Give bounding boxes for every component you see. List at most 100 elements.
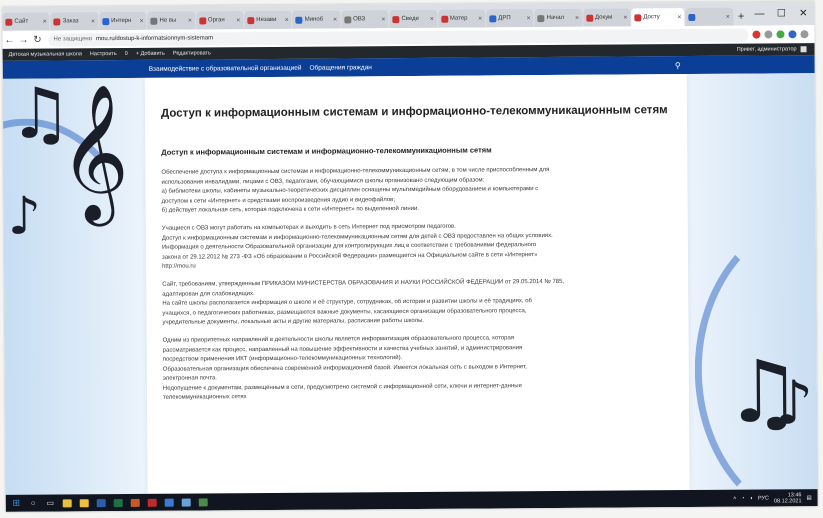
site-favicon xyxy=(53,17,61,25)
site-favicon xyxy=(634,13,642,21)
address-bar[interactable]: Не защищено mou.ru/dostup-k-informatsion… xyxy=(48,28,749,47)
photos-icon[interactable] xyxy=(180,497,193,508)
app-tile xyxy=(130,498,140,507)
app-tile xyxy=(96,498,106,507)
tab-label: Досту xyxy=(643,14,660,21)
site-favicon xyxy=(150,17,158,25)
extension-icon[interactable] xyxy=(752,30,761,39)
tab-label: Незави xyxy=(256,16,277,24)
security-label: Не защищено xyxy=(53,36,93,43)
notifications-icon[interactable]: ▤ xyxy=(806,495,811,501)
browser-tab[interactable]: Заказ × xyxy=(50,12,99,31)
paragraph: Одним из приоритетных направлений в деят… xyxy=(163,333,673,404)
browser-tab[interactable]: Начал × xyxy=(534,8,583,28)
browser-tab[interactable]: Орган × xyxy=(195,11,244,30)
browser-tab[interactable]: Незави × xyxy=(244,10,292,30)
back-icon[interactable]: ← xyxy=(2,34,16,45)
profile-icon[interactable] xyxy=(788,30,797,39)
volume-icon[interactable]: ◖ xyxy=(750,495,753,501)
tab-label: Сайт xyxy=(14,18,29,25)
language-indicator[interactable]: РУС xyxy=(758,495,769,501)
reload-icon[interactable]: ↻ xyxy=(30,34,44,45)
browser-tab[interactable]: Матер × xyxy=(437,9,486,28)
search-icon[interactable]: ⚲ xyxy=(675,61,681,70)
minimize-icon[interactable]: — xyxy=(748,8,770,19)
close-tab-icon[interactable]: × xyxy=(188,17,192,24)
nav-item[interactable]: Обращения граждан xyxy=(309,64,371,71)
chevron-up-icon[interactable]: ˄ xyxy=(733,495,736,501)
close-tab-icon[interactable]: × xyxy=(575,14,579,21)
nav-item[interactable]: Взаимодействие с образовательной организ… xyxy=(149,64,302,72)
admin-bar-item[interactable]: Детская музыкальная школа xyxy=(9,51,82,58)
paragraph: Учащиеся с ОВЗ могут работать на компьют… xyxy=(162,221,672,273)
close-tab-icon[interactable]: × xyxy=(623,14,627,21)
close-tab-icon[interactable]: × xyxy=(677,14,681,21)
maximize-icon[interactable]: ☐ xyxy=(770,8,792,19)
url-text: mou.ru/dostup-k-informatsionnym-sistemam xyxy=(96,35,214,43)
close-tab-icon[interactable]: × xyxy=(139,17,143,24)
network-icon[interactable]: ◔ xyxy=(741,495,744,501)
search-icon[interactable]: ○ xyxy=(27,498,40,509)
treble-clef-icon: 𝄞 xyxy=(58,81,130,221)
powerpoint-icon[interactable] xyxy=(129,497,142,508)
site-favicon xyxy=(5,18,13,26)
browser-tab[interactable]: Не вы × xyxy=(147,11,195,30)
word-icon[interactable] xyxy=(95,497,108,508)
app-tile xyxy=(62,498,72,507)
article-body: Обеспечение доступа к информационным сис… xyxy=(161,165,673,404)
browser-tab[interactable]: Миноб × xyxy=(292,10,341,29)
bookmark-star-icon[interactable] xyxy=(764,30,773,39)
page-title: Доступ к информационным системам и инфор… xyxy=(160,104,668,120)
browser-tab[interactable]: ОВЗ × xyxy=(341,10,389,29)
excel-icon[interactable] xyxy=(112,497,125,508)
tab-label: Матер xyxy=(449,15,468,22)
close-tab-icon[interactable]: × xyxy=(381,16,385,23)
admin-bar-item[interactable]: Редактировать xyxy=(173,50,211,56)
close-tab-icon[interactable]: × xyxy=(726,13,730,20)
clock-date: 08.12.2021 xyxy=(773,497,802,504)
page-background: ♫ 𝄞 ♪ ♫ ♪ Доступ к информационным систем… xyxy=(2,73,818,495)
menu-icon[interactable] xyxy=(800,30,809,39)
tab-label: Миноб xyxy=(304,16,324,23)
close-tab-icon[interactable]: × xyxy=(43,18,47,25)
forward-icon[interactable]: → xyxy=(16,34,30,45)
mail-icon[interactable] xyxy=(163,497,176,508)
site-favicon xyxy=(295,16,303,24)
tab-label: ОВЗ xyxy=(353,16,366,23)
admin-bar-item[interactable]: 0 xyxy=(125,51,128,57)
tab-label: ДРП xyxy=(498,15,511,22)
paragraph: Обеспечение доступа к информационным сис… xyxy=(161,165,671,217)
close-icon[interactable]: ✕ xyxy=(792,8,814,19)
new-tab-button[interactable]: + xyxy=(734,8,749,26)
acrobat-icon[interactable] xyxy=(146,497,159,508)
close-tab-icon[interactable]: × xyxy=(91,18,95,25)
admin-bar-user[interactable]: Привет, администратор xyxy=(737,46,815,53)
browser-tab[interactable]: × xyxy=(685,7,733,27)
task-view-icon[interactable]: ▭ xyxy=(44,497,57,508)
close-tab-icon[interactable]: × xyxy=(236,17,240,24)
browser-tab[interactable]: Сведе × xyxy=(389,9,437,29)
close-tab-icon[interactable]: × xyxy=(478,15,482,22)
music-note-icon: ♪ xyxy=(7,186,42,247)
admin-bar-item[interactable]: + Добавить xyxy=(136,51,165,57)
browser-tab[interactable]: Досту × xyxy=(631,8,685,27)
windows-start-icon[interactable]: ⊞ xyxy=(10,498,23,509)
music-note-icon: ♪ xyxy=(774,368,814,439)
chrome-icon[interactable] xyxy=(61,497,74,508)
extension-icon[interactable] xyxy=(776,30,785,39)
browser-tab[interactable]: Интерн × xyxy=(99,11,147,31)
close-tab-icon[interactable]: × xyxy=(285,16,289,23)
clock[interactable]: 13:46 08.12.2021 xyxy=(774,492,802,504)
browser-tab[interactable]: Сайт × xyxy=(2,12,50,31)
explorer-icon[interactable] xyxy=(78,497,91,508)
browser-tab[interactable]: ДРП × xyxy=(486,9,534,28)
admin-bar-item[interactable]: Настроить xyxy=(90,51,117,57)
close-tab-icon[interactable]: × xyxy=(430,15,434,22)
taskbar-apps xyxy=(61,496,214,508)
browser-tab[interactable]: Докум × xyxy=(582,8,631,27)
close-tab-icon[interactable]: × xyxy=(333,16,337,23)
close-tab-icon[interactable]: × xyxy=(527,15,531,22)
app-tile xyxy=(198,497,208,506)
app-icon[interactable] xyxy=(197,496,210,507)
extension-icons xyxy=(752,30,814,39)
